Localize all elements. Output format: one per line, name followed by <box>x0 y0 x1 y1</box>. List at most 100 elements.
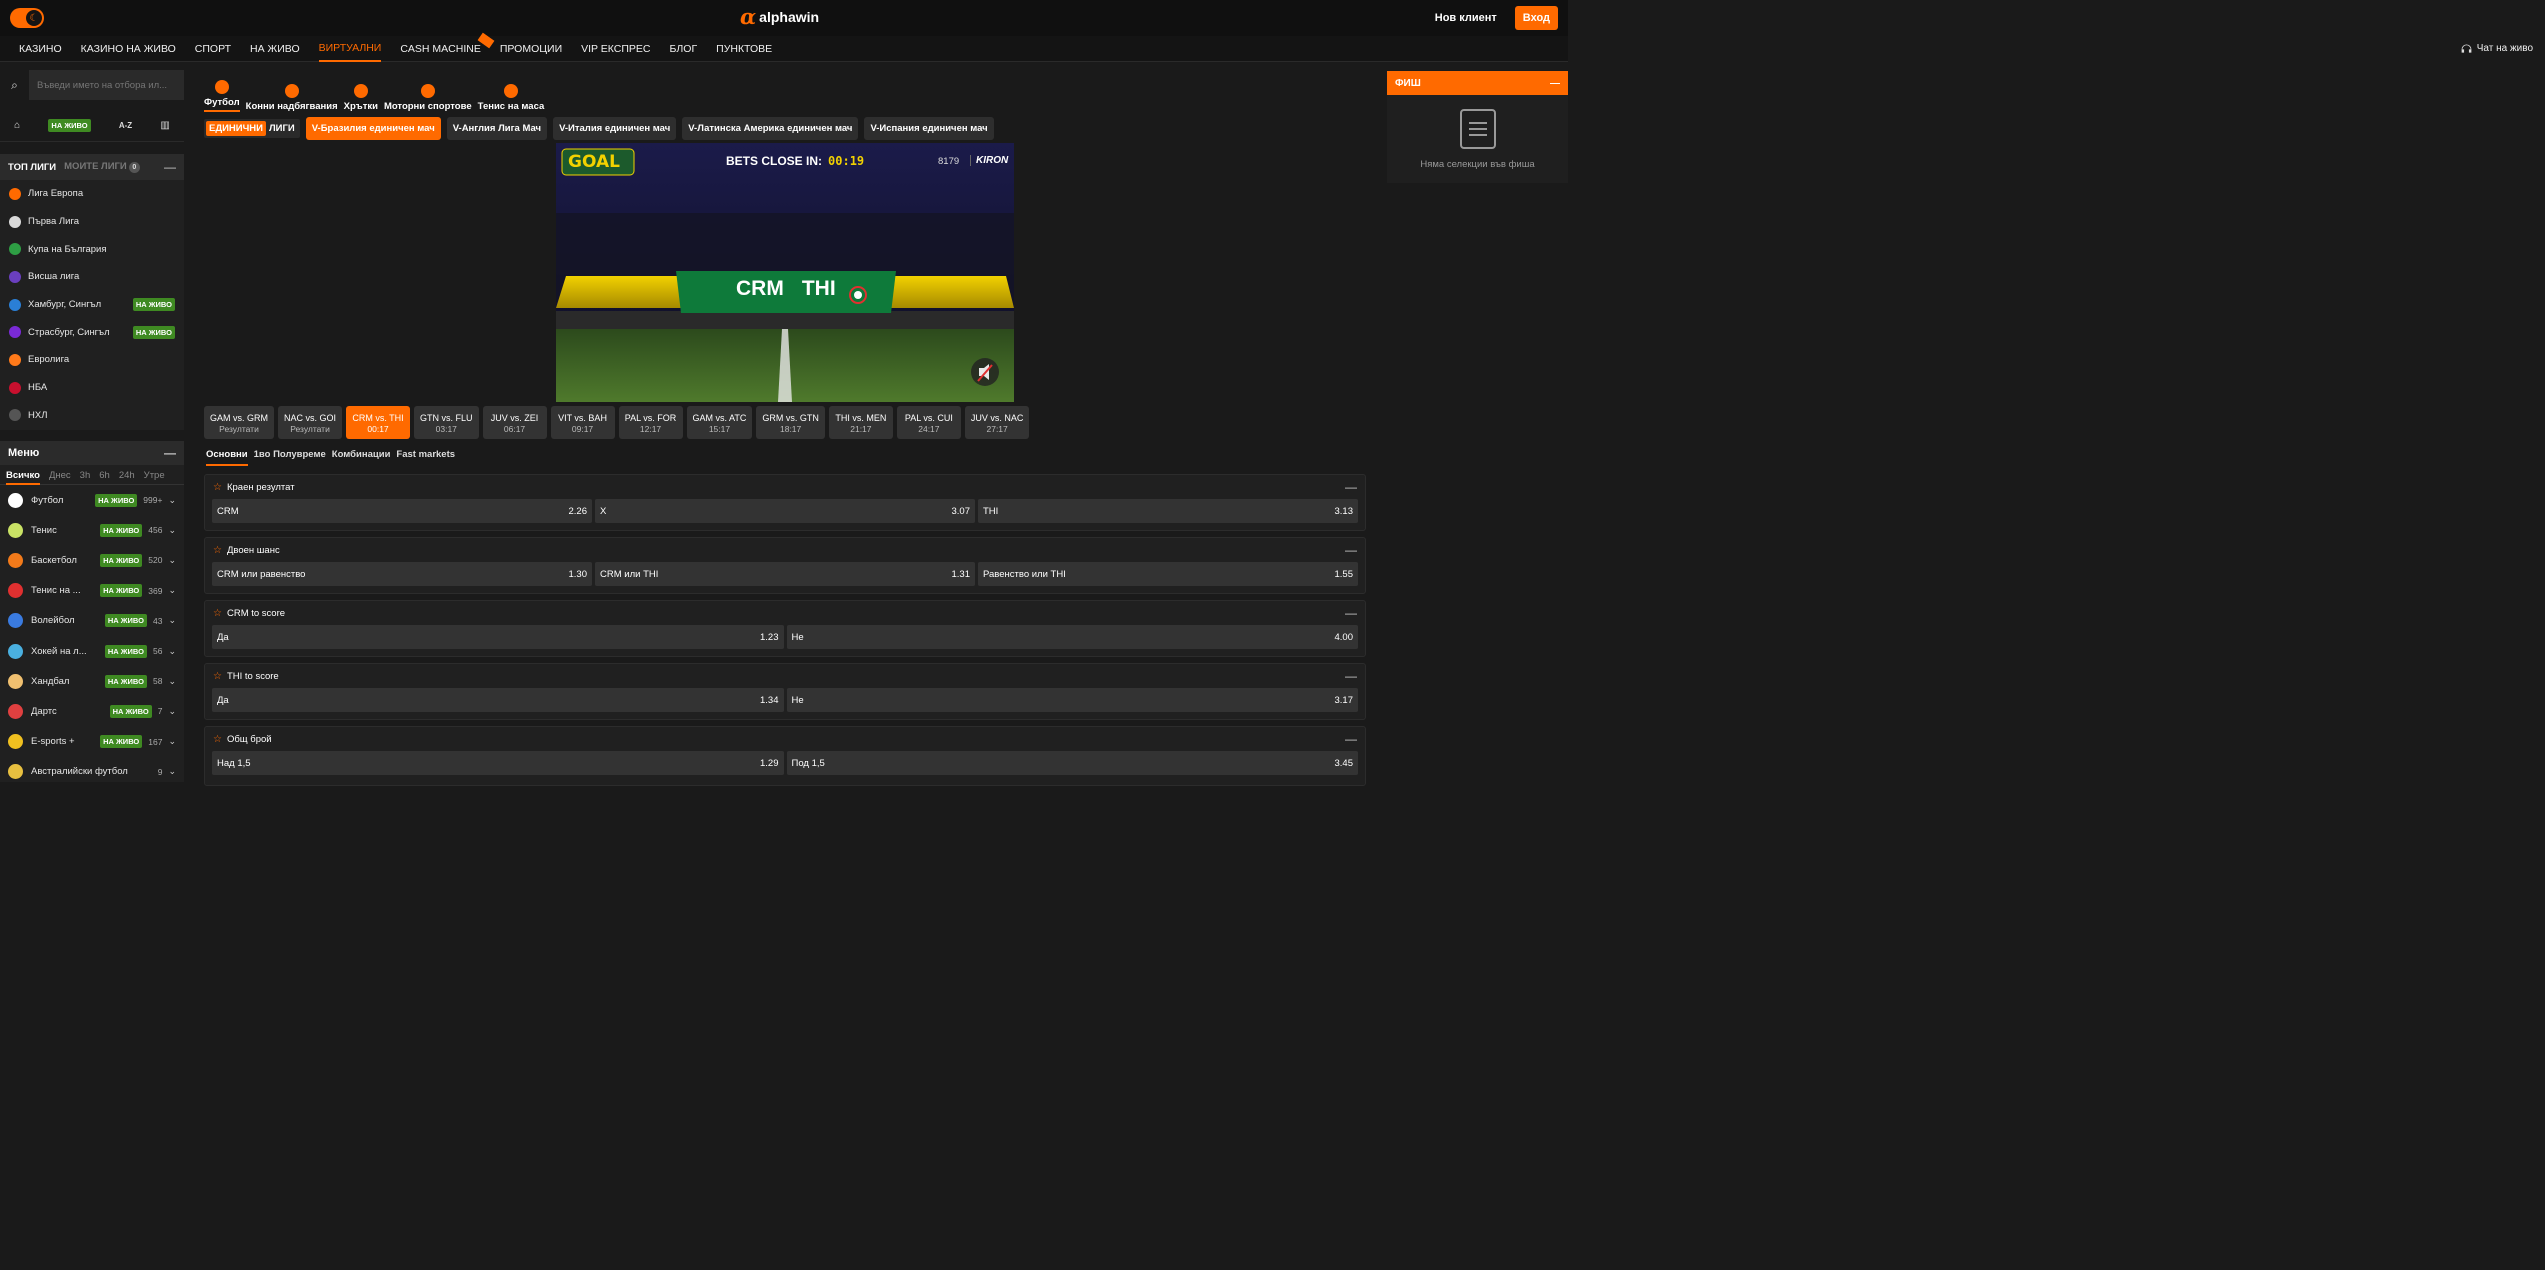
league-item[interactable]: Висша лига <box>0 263 184 291</box>
sport-item[interactable]: Хокей на л... НА ЖИВО 56 ⌄ <box>0 636 184 666</box>
odds-button[interactable]: CRM или THI 1.31 <box>595 562 975 586</box>
match-chip[interactable]: GRM vs. GTN 18:17 <box>756 406 825 439</box>
sport-item[interactable]: Хандбал НА ЖИВО 58 ⌄ <box>0 666 184 696</box>
match-chip[interactable]: JUV vs. NAC 27:17 <box>964 406 1030 439</box>
league-item[interactable]: Страсбург, Сингъл НА ЖИВО <box>0 318 184 346</box>
match-chip[interactable]: PAL vs. CUI 24:17 <box>896 406 961 439</box>
nav-item-9[interactable]: Пунктове <box>716 36 772 62</box>
league-chip-1[interactable]: V-Англия Лига Мач <box>446 117 548 140</box>
match-chip[interactable]: CRM vs. THI 00:17 <box>346 406 411 439</box>
match-chip[interactable]: THI vs. MEN 21:17 <box>828 406 893 439</box>
virtual-tab-3[interactable]: Моторни спортове <box>384 84 472 112</box>
nav-item-5[interactable]: Cash Machine <box>400 32 495 62</box>
nav-item-4[interactable]: Виртуални <box>318 36 382 62</box>
virtual-tab-1[interactable]: Конни надбягвания <box>246 84 338 112</box>
collapse-icon[interactable]: — <box>164 160 176 174</box>
odds-button[interactable]: Равенство или THI 1.55 <box>978 562 1358 586</box>
match-chip[interactable]: GAM vs. GRM Резултати <box>204 406 274 439</box>
sport-item[interactable]: Тенис на ... НА ЖИВО 369 ⌄ <box>0 576 184 606</box>
collapse-icon[interactable]: — <box>1345 480 1357 494</box>
time-tab-4[interactable]: 24h <box>119 470 135 484</box>
sport-item[interactable]: Футбол НА ЖИВО 999+ ⌄ <box>0 485 184 515</box>
chevron-down-icon[interactable]: ⌄ <box>168 676 176 687</box>
league-item[interactable]: Лига Европа <box>0 180 184 208</box>
odds-button[interactable]: CRM 2.26 <box>212 499 592 523</box>
virtual-tab-4[interactable]: Тенис на маса <box>478 84 544 112</box>
collapse-icon[interactable]: — <box>1345 732 1357 746</box>
chevron-down-icon[interactable]: ⌄ <box>168 766 176 777</box>
stats-icon[interactable]: ▥ <box>160 120 169 131</box>
sport-item[interactable]: Австралийски футбол 9 ⌄ <box>0 757 184 787</box>
market-header[interactable]: ☆ THI to score — <box>205 664 1365 688</box>
chevron-down-icon[interactable]: ⌄ <box>168 736 176 747</box>
league-item[interactable]: Хамбург, Сингъл НА ЖИВО <box>0 291 184 319</box>
nav-item-6[interactable]: Промоции <box>500 36 562 62</box>
league-chip-2[interactable]: V-Италия единичен мач <box>553 117 677 140</box>
sport-item[interactable]: E-sports + НА ЖИВО 167 ⌄ <box>0 727 184 757</box>
az-sort-button[interactable]: A-Z <box>119 121 132 130</box>
match-chip[interactable]: JUV vs. ZEI 06:17 <box>482 406 547 439</box>
mode-single-button[interactable]: ЕДИНИЧНИ <box>206 121 266 136</box>
market-header[interactable]: ☆ Двоен шанс — <box>205 538 1365 562</box>
time-tab-5[interactable]: Утре <box>144 470 165 484</box>
odds-button[interactable]: Да 1.23 <box>212 625 784 649</box>
nav-item-2[interactable]: Спорт <box>195 36 231 62</box>
odds-button[interactable]: X 3.07 <box>595 499 975 523</box>
chevron-down-icon[interactable]: ⌄ <box>168 555 176 566</box>
market-tab-2[interactable]: Комбинации <box>332 449 391 466</box>
league-chip-0[interactable]: V-Бразилия единичен мач <box>305 117 441 140</box>
match-chip[interactable]: GTN vs. FLU 03:17 <box>414 406 479 439</box>
match-chip[interactable]: PAL vs. FOR 12:17 <box>618 406 683 439</box>
market-tab-1[interactable]: 1во Полувреме <box>254 449 326 466</box>
market-tab-0[interactable]: Основни <box>206 449 248 466</box>
time-tab-2[interactable]: 3h <box>80 470 91 484</box>
home-icon[interactable]: ⌂ <box>14 120 20 131</box>
star-icon[interactable]: ☆ <box>213 482 222 493</box>
search-input[interactable] <box>29 70 184 100</box>
market-header[interactable]: ☆ Общ брой — <box>205 727 1365 751</box>
nav-item-8[interactable]: Блог <box>670 36 698 62</box>
chevron-down-icon[interactable]: ⌄ <box>168 585 176 596</box>
match-chip[interactable]: VIT vs. BAH 09:17 <box>550 406 615 439</box>
odds-button[interactable]: Над 1,5 1.29 <box>212 751 784 775</box>
collapse-icon[interactable]: — <box>1550 78 1560 89</box>
bet-slip-header[interactable]: ФИШ — <box>1387 71 1568 95</box>
star-icon[interactable]: ☆ <box>213 608 222 619</box>
live-chat-button[interactable]: Чат на живо <box>2460 42 2533 55</box>
league-chip-4[interactable]: V-Испания единичен мач <box>864 117 994 140</box>
collapse-icon[interactable]: — <box>1345 669 1357 683</box>
brand-logo[interactable]: α alphawin <box>740 6 819 27</box>
virtual-tab-2[interactable]: Хрътки <box>344 84 378 112</box>
market-tab-3[interactable]: Fast markets <box>396 449 455 466</box>
nav-item-3[interactable]: На живо <box>250 36 300 62</box>
collapse-icon[interactable]: — <box>1345 543 1357 557</box>
league-item[interactable]: Евролига <box>0 346 184 374</box>
time-tab-0[interactable]: Всичко <box>6 470 40 485</box>
star-icon[interactable]: ☆ <box>213 734 222 745</box>
league-item[interactable]: Първа Лига <box>0 208 184 236</box>
market-header[interactable]: ☆ Краен резултат — <box>205 475 1365 499</box>
sport-item[interactable]: Волейбол НА ЖИВО 43 ⌄ <box>0 606 184 636</box>
mode-leagues-button[interactable]: ЛИГИ <box>266 121 298 136</box>
sport-item[interactable]: Баскетбол НА ЖИВО 520 ⌄ <box>0 545 184 575</box>
odds-button[interactable]: Под 1,5 3.45 <box>786 751 1358 775</box>
chevron-down-icon[interactable]: ⌄ <box>168 495 176 506</box>
match-chip[interactable]: GAM vs. ATC 15:17 <box>686 406 753 439</box>
odds-button[interactable]: Да 1.34 <box>212 688 784 712</box>
nav-item-7[interactable]: VIP експрес <box>581 36 650 62</box>
new-client-link[interactable]: Нов клиент <box>1435 12 1497 24</box>
star-icon[interactable]: ☆ <box>213 545 222 556</box>
odds-button[interactable]: Не 4.00 <box>786 625 1358 649</box>
sport-item[interactable]: Дартс НА ЖИВО 7 ⌄ <box>0 696 184 726</box>
time-tab-3[interactable]: 6h <box>99 470 110 484</box>
virtual-match-video[interactable]: GOAL BETS CLOSE IN: 00:19 8179 KIRON CRM… <box>556 143 1014 402</box>
nav-item-1[interactable]: Казино на живо <box>81 36 176 62</box>
market-header[interactable]: ☆ CRM to score — <box>205 601 1365 625</box>
chevron-down-icon[interactable]: ⌄ <box>168 615 176 626</box>
odds-button[interactable]: CRM или равенство 1.30 <box>212 562 592 586</box>
tab-my-leagues[interactable]: МОИТЕ ЛИГИ 0 <box>64 161 140 173</box>
league-chip-3[interactable]: V-Латинска Америка единичен мач <box>682 117 859 140</box>
league-item[interactable]: НХЛ <box>0 402 184 430</box>
star-icon[interactable]: ☆ <box>213 671 222 682</box>
tab-top-leagues[interactable]: ТОП ЛИГИ <box>8 162 56 173</box>
